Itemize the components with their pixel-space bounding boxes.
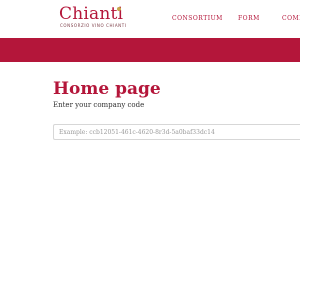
nav-item-comp[interactable]: COMP	[282, 14, 300, 24]
site-header: Chianti CONSORZIO VINO CHIANTI CONSORTIU…	[0, 0, 300, 38]
nav-item-consortium[interactable]: CONSORTIUM	[172, 14, 223, 24]
page: Chianti CONSORZIO VINO CHIANTI CONSORTIU…	[0, 0, 300, 300]
company-code-field	[53, 124, 300, 140]
page-title: Home page	[53, 79, 161, 100]
nav-item-form[interactable]: FORM	[238, 14, 260, 24]
logo-dot-icon	[117, 7, 121, 11]
company-code-label: Enter your company code	[53, 101, 145, 109]
company-code-input[interactable]	[54, 125, 300, 139]
main-nav: CONSORTIUM FORM COMP	[0, 14, 300, 24]
accent-band	[0, 38, 300, 62]
